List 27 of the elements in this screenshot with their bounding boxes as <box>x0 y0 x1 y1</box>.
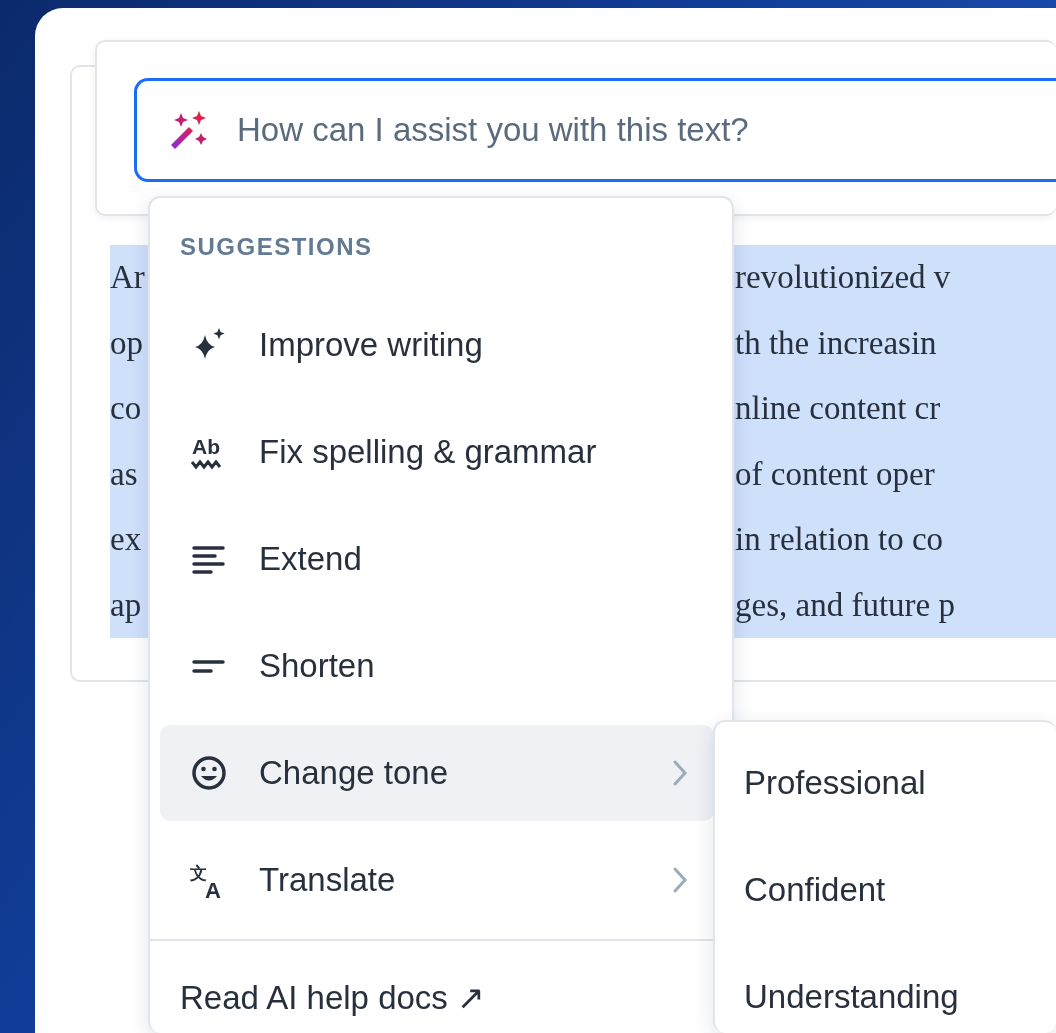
menu-item[interactable]: Improve writing <box>160 297 714 393</box>
document-text-fragment: ap <box>110 586 142 623</box>
document-text-fragment: co <box>110 390 142 426</box>
document-text-fragment: Ar <box>110 259 145 295</box>
submenu-item[interactable]: Confident <box>715 836 1056 943</box>
document-text-fragment: revolutionized v <box>735 258 951 297</box>
document-text-fragment: op <box>110 324 143 361</box>
document-text-fragment: of content oper <box>735 454 935 494</box>
document-text-fragment: as <box>110 455 138 492</box>
document-text-fragment: nline content cr <box>735 389 941 428</box>
document-text-fragment: th the increasin <box>735 323 937 363</box>
menu-item[interactable]: Extend <box>160 511 714 607</box>
submenu-item[interactable]: Understanding <box>715 943 1056 1033</box>
translate-icon: 文 A <box>189 860 229 900</box>
document-text-fragment: ges, and future p <box>735 585 955 625</box>
menu-item[interactable]: Change tone <box>160 725 714 821</box>
help-docs-link[interactable]: Read AI help docs ↗ <box>180 973 486 1023</box>
prompt-box[interactable]: How can I assist you with this text? <box>134 78 1056 182</box>
menu-item[interactable]: Ab Fix spelling & grammar <box>160 404 714 500</box>
menu-item[interactable]: Shorten <box>160 618 714 714</box>
document-text-fragment: ex <box>110 521 142 557</box>
document-text-fragment: in relation to co <box>735 520 944 559</box>
menu-heading: SUGGESTIONS <box>179 232 374 262</box>
smiley-icon <box>189 753 229 793</box>
submenu-item[interactable]: Professional <box>715 729 1056 836</box>
prompt-input-field[interactable]: How can I assist you with this text? <box>235 104 1035 156</box>
menu-item[interactable]: 文 A Translate <box>160 832 714 928</box>
